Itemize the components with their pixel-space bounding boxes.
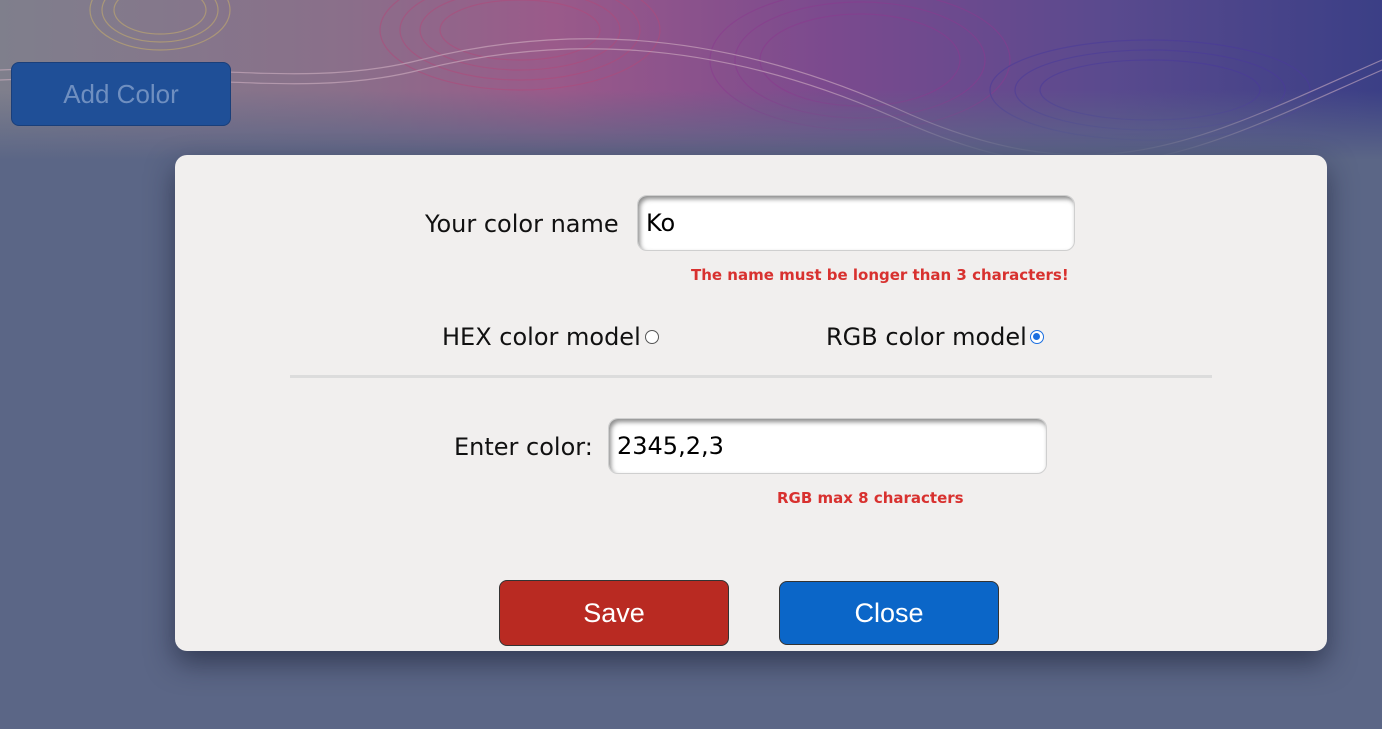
- hex-model-radio[interactable]: [645, 330, 659, 344]
- save-button[interactable]: Save: [499, 580, 729, 646]
- color-name-label: Your color name: [425, 210, 619, 238]
- add-color-button[interactable]: Add Color: [11, 62, 231, 126]
- rgb-model-label: RGB color model: [826, 323, 1027, 351]
- hex-model-label: HEX color model: [442, 323, 641, 351]
- color-name-input[interactable]: [637, 195, 1075, 251]
- rgb-model-radio[interactable]: [1030, 330, 1044, 344]
- enter-color-label: Enter color:: [454, 433, 593, 461]
- color-value-error: RGB max 8 characters: [777, 489, 964, 507]
- section-divider: [290, 375, 1212, 378]
- add-color-modal: Your color name The name must be longer …: [175, 155, 1327, 651]
- color-name-error: The name must be longer than 3 character…: [691, 266, 1069, 284]
- close-button[interactable]: Close: [779, 581, 999, 645]
- color-value-input[interactable]: [608, 418, 1047, 474]
